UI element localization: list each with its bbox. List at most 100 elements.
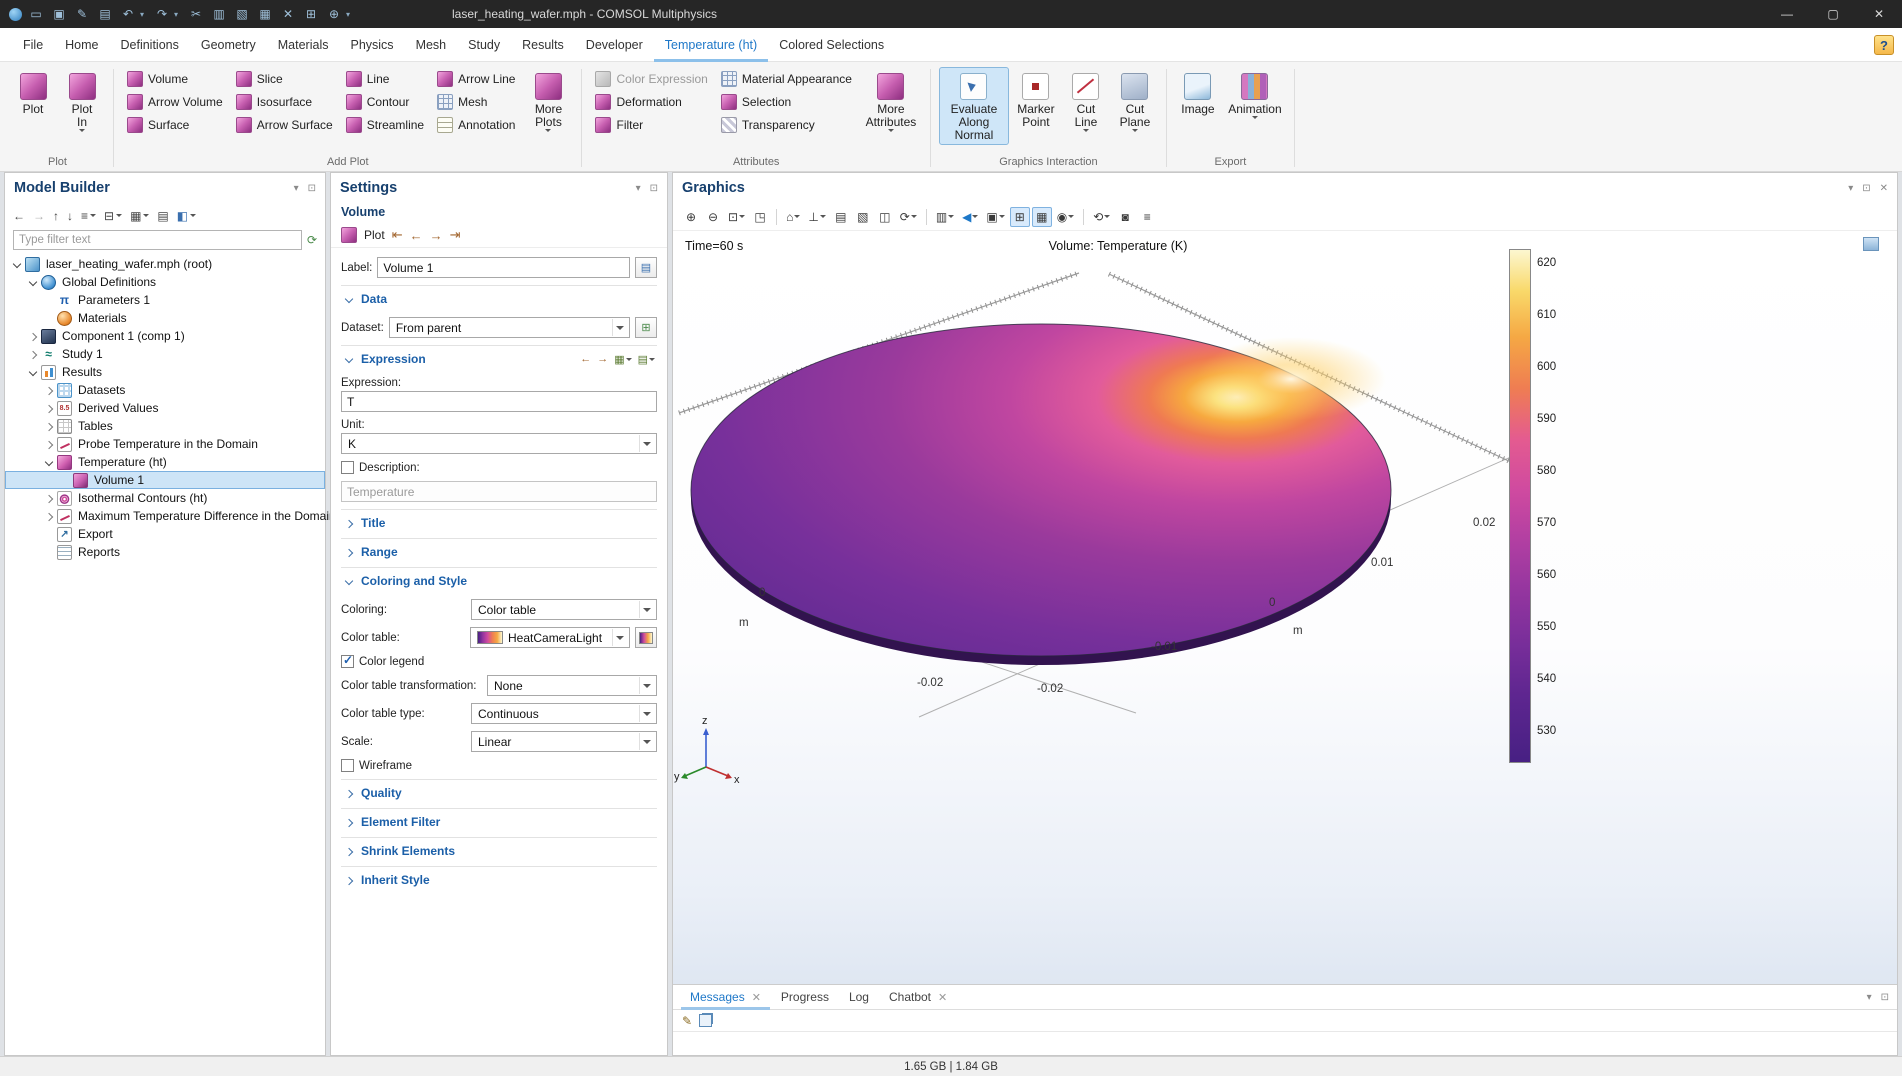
- expander-icon[interactable]: [43, 510, 56, 523]
- panel-menu-icon[interactable]: ▾: [1848, 183, 1853, 194]
- forward-icon[interactable]: →: [33, 209, 45, 223]
- zoom-extents-icon[interactable]: ◳: [750, 207, 770, 227]
- save-as-icon[interactable]: ✎: [71, 3, 93, 25]
- marker-point-button[interactable]: Marker Point: [1012, 67, 1060, 132]
- tree-item-probe-temperature[interactable]: Probe Temperature in the Domain: [5, 435, 325, 453]
- tree-item-reports[interactable]: Reports: [5, 543, 325, 561]
- section-chevron-icon[interactable]: [343, 293, 356, 306]
- section-chevron-icon[interactable]: [343, 874, 356, 887]
- export-animation-button[interactable]: Animation: [1224, 67, 1286, 122]
- delete-icon[interactable]: ✕: [277, 3, 299, 25]
- zoom-in-icon[interactable]: ⊕: [681, 207, 701, 227]
- tree-item-temperature-ht[interactable]: Temperature (ht): [5, 453, 325, 471]
- tree-item-max-temperature-difference[interactable]: Maximum Temperature Difference in the Do…: [5, 507, 325, 525]
- expander-icon[interactable]: [27, 366, 40, 379]
- open-file-icon[interactable]: ▭: [25, 3, 47, 25]
- panel-menu-icon[interactable]: ▾: [294, 183, 299, 194]
- move-down-icon[interactable]: ↓: [67, 209, 73, 223]
- duplicate-icon[interactable]: ▦: [254, 3, 276, 25]
- scale-dropdown[interactable]: Linear: [471, 731, 657, 752]
- zoom-out-icon[interactable]: ⊖: [703, 207, 723, 227]
- scene-light-icon[interactable]: ▤: [831, 207, 851, 227]
- color-table-transformation-dropdown[interactable]: None: [487, 675, 657, 696]
- float-panel-icon[interactable]: ⊡: [308, 183, 316, 194]
- tab-chatbot[interactable]: Chatbot✕: [880, 985, 956, 1010]
- tab-developer[interactable]: Developer: [575, 28, 654, 62]
- replace-expression-icon[interactable]: ▦: [614, 353, 631, 366]
- plot-first-icon[interactable]: ⇤: [392, 227, 403, 243]
- ribbon-deformation-button[interactable]: Deformation: [590, 90, 712, 113]
- ribbon-isosurface-button[interactable]: Isosurface: [231, 90, 338, 113]
- insert-expression-icon[interactable]: ▤: [638, 353, 655, 366]
- ribbon-line-button[interactable]: Line: [341, 67, 429, 90]
- expression-input[interactable]: [341, 391, 657, 412]
- ribbon-selection-button[interactable]: Selection: [716, 90, 857, 113]
- section-chevron-icon[interactable]: [343, 353, 356, 366]
- plot-previous-icon[interactable]: ←: [410, 228, 423, 243]
- node-order-icon[interactable]: ▦: [130, 209, 149, 223]
- tab-log[interactable]: Log: [840, 985, 878, 1010]
- expander-icon[interactable]: [43, 492, 56, 505]
- tree-item-isothermal-contours[interactable]: Isothermal Contours (ht): [5, 489, 325, 507]
- settings-plot-button[interactable]: Plot: [364, 228, 385, 242]
- print-icon[interactable]: ▤: [94, 3, 116, 25]
- snapshot-icon[interactable]: ◙: [1115, 207, 1135, 227]
- plot-info-icon[interactable]: [1863, 237, 1879, 251]
- maximize-button[interactable]: ▢: [1810, 0, 1856, 28]
- coloring-dropdown[interactable]: Color table: [471, 599, 657, 620]
- tree-item-derived-values[interactable]: 8.5Derived Values: [5, 399, 325, 417]
- qat-customize-icon[interactable]: ▾: [346, 10, 356, 19]
- ribbon-mesh-button[interactable]: Mesh: [432, 90, 520, 113]
- ribbon-contour-button[interactable]: Contour: [341, 90, 429, 113]
- float-panel-icon[interactable]: ⊡: [1881, 992, 1889, 1003]
- expander-icon[interactable]: [43, 420, 56, 433]
- ribbon-slice-button[interactable]: Slice: [231, 67, 338, 90]
- description-checkbox[interactable]: [341, 461, 354, 474]
- evaluate-along-normal-button[interactable]: Evaluate Along Normal: [939, 67, 1009, 145]
- copy-messages-icon[interactable]: [699, 1014, 712, 1027]
- section-chevron-icon[interactable]: [343, 845, 356, 858]
- clip-view-icon[interactable]: ◫: [875, 207, 895, 227]
- ribbon-volume-button[interactable]: Volume: [122, 67, 228, 90]
- plot-in-button[interactable]: Plot In: [59, 67, 105, 135]
- float-panel-icon[interactable]: ⊡: [1862, 183, 1870, 194]
- tree-item-datasets[interactable]: Datasets: [5, 381, 325, 399]
- ribbon-transparency-button[interactable]: Transparency: [716, 113, 857, 136]
- tree-item-results[interactable]: Results: [5, 363, 325, 381]
- minimize-button[interactable]: —: [1764, 0, 1810, 28]
- ribbon-material-appearance-button[interactable]: Material Appearance: [716, 67, 857, 90]
- undo-caret-icon[interactable]: ▾: [140, 10, 150, 19]
- table-icon[interactable]: ⊞: [300, 3, 322, 25]
- save-icon[interactable]: ▣: [48, 3, 70, 25]
- collapse-expand-icon[interactable]: ⊟: [104, 209, 122, 223]
- previous-expression-icon[interactable]: ←: [580, 353, 591, 365]
- expander-icon[interactable]: [27, 330, 40, 343]
- tree-item-export[interactable]: ↗Export: [5, 525, 325, 543]
- tree-item-study-1[interactable]: ≈Study 1: [5, 345, 325, 363]
- tab-colored-selections[interactable]: Colored Selections: [768, 28, 895, 62]
- help-icon[interactable]: ?: [1874, 35, 1894, 55]
- tab-definitions[interactable]: Definitions: [110, 28, 190, 62]
- tree-item-materials[interactable]: Materials: [5, 309, 325, 327]
- add-dataset-icon[interactable]: ⊞: [635, 317, 657, 338]
- ribbon-streamline-button[interactable]: Streamline: [341, 113, 429, 136]
- search-icon[interactable]: ⊕: [323, 3, 345, 25]
- ribbon-surface-button[interactable]: Surface: [122, 113, 228, 136]
- update-plot-icon[interactable]: ⟲: [1090, 207, 1113, 227]
- projection-icon[interactable]: ⊥: [805, 207, 828, 227]
- tab-file[interactable]: File: [12, 28, 54, 62]
- expander-icon[interactable]: [43, 456, 56, 469]
- move-up-icon[interactable]: ↑: [53, 209, 59, 223]
- copy-icon[interactable]: ▥: [208, 3, 230, 25]
- close-tab-icon[interactable]: ✕: [938, 991, 947, 1004]
- more-plots-button[interactable]: More Plots: [523, 67, 573, 135]
- expander-icon[interactable]: [43, 384, 56, 397]
- wireframe-checkbox[interactable]: [341, 759, 354, 772]
- plot-area[interactable]: z y x Time=60 s Volume: Temperature (K) …: [673, 231, 1897, 984]
- plot-window-icon[interactable]: ▥: [933, 207, 957, 227]
- section-chevron-icon[interactable]: [343, 816, 356, 829]
- tree-item-tables[interactable]: Tables: [5, 417, 325, 435]
- show-grid-icon[interactable]: ⊞: [1010, 207, 1030, 227]
- ribbon-filter-button[interactable]: Filter: [590, 113, 712, 136]
- refresh-filter-icon[interactable]: ⟳: [307, 233, 317, 247]
